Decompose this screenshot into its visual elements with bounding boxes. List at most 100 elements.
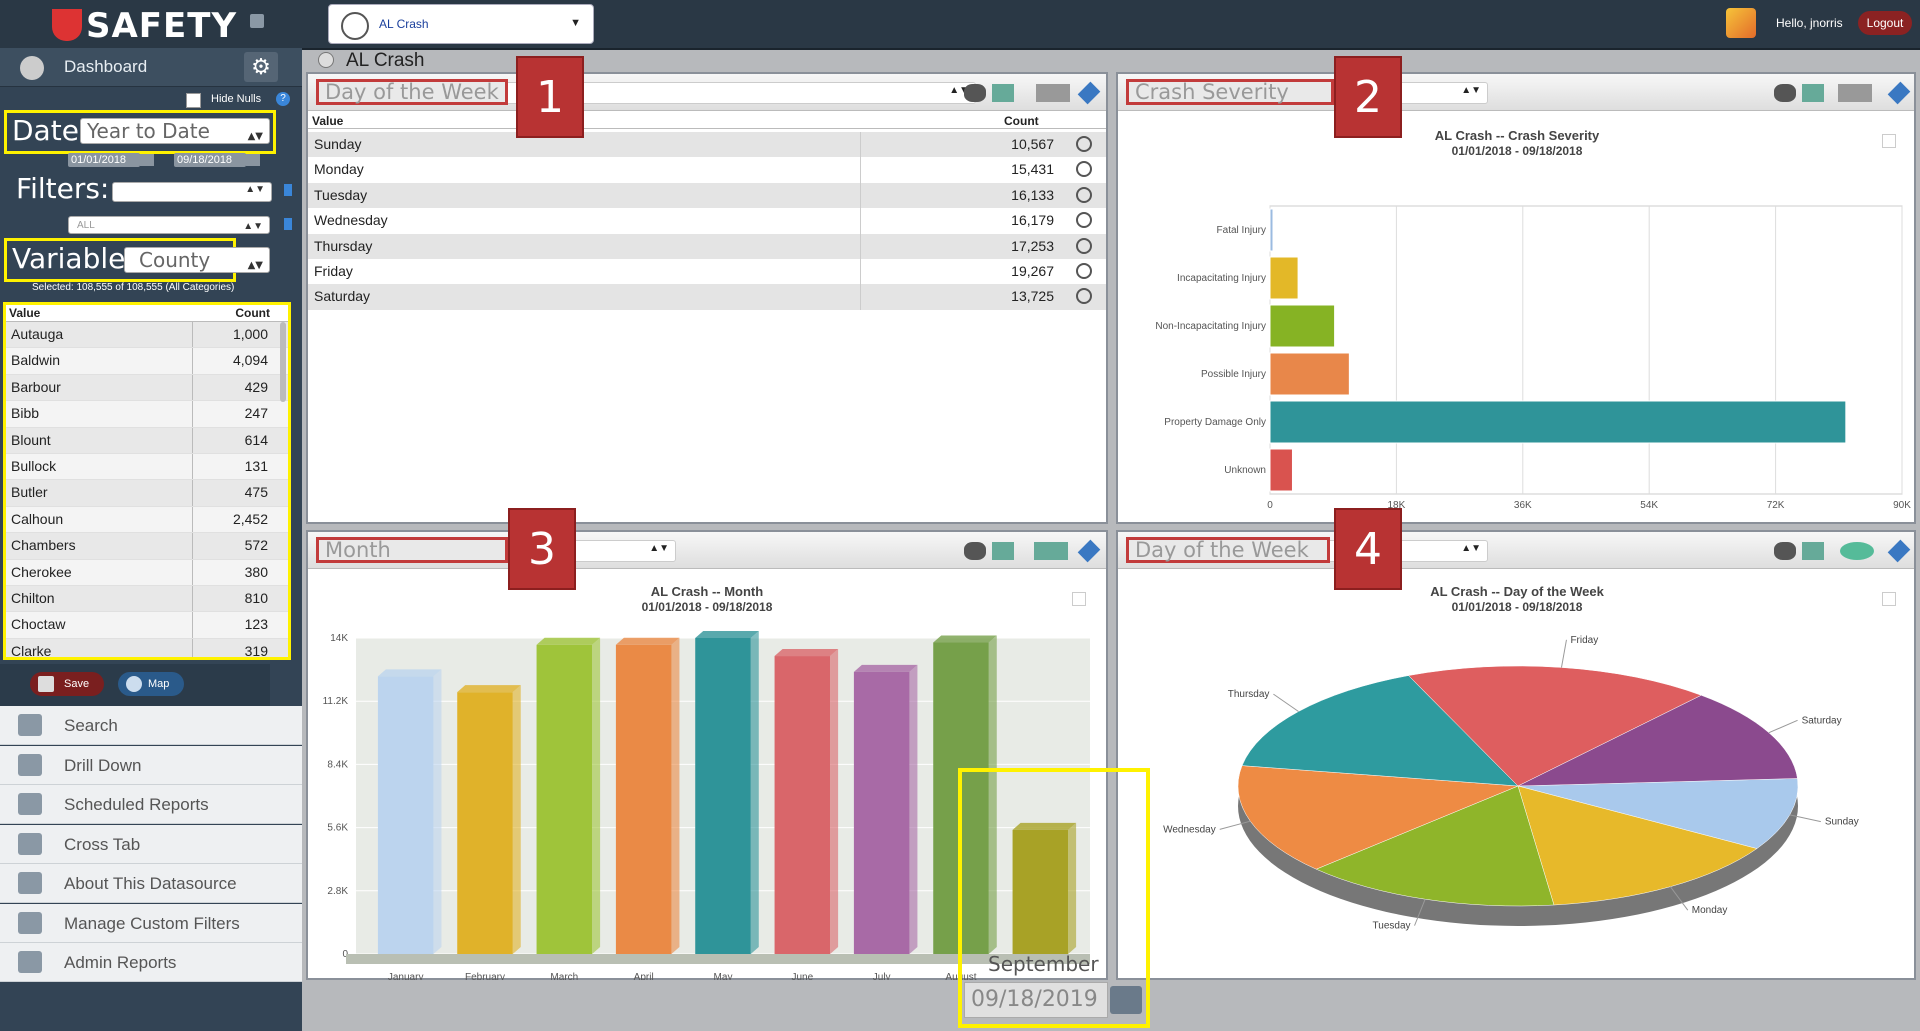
day-count: 13,725 [1011, 288, 1054, 305]
date-from-field[interactable]: 01/01/2018 [68, 153, 140, 167]
sidebar-menu-item[interactable]: About This Datasource [0, 864, 302, 903]
menu-icon[interactable] [1072, 592, 1086, 606]
table-row[interactable]: Thursday 17,253 [308, 233, 1106, 259]
back-icon[interactable] [318, 52, 334, 68]
slice-label: Thursday [1228, 689, 1270, 700]
info-icon[interactable] [284, 218, 292, 230]
sidebar-menu-item[interactable]: Drill Down [0, 745, 302, 785]
logout-button[interactable]: Logout [1858, 11, 1912, 35]
table-row[interactable]: Chilton 810 [6, 585, 288, 613]
magnifier-icon[interactable] [1076, 237, 1092, 254]
column-header-value[interactable]: Value [312, 114, 343, 128]
table-row[interactable]: Baldwin 4,094 [6, 348, 288, 375]
sidebar-menu-item[interactable]: Manage Custom Filters [0, 903, 302, 943]
collapse-icon[interactable] [250, 14, 264, 28]
table-row[interactable]: Wednesday 16,179 [308, 208, 1106, 234]
datasource-select[interactable]: AL Crash ▼ [328, 4, 594, 44]
county-count: 123 [244, 616, 268, 633]
county-name: Bullock [11, 457, 57, 474]
column-divider [192, 533, 193, 559]
x-tick-label: 0 [1267, 500, 1273, 511]
binoculars-icon[interactable] [1774, 542, 1796, 560]
table-row[interactable]: Blount 614 [6, 427, 288, 454]
variable-select[interactable]: County ▲▼ [124, 247, 270, 273]
county-name: Choctaw [11, 616, 66, 633]
chevron-down-icon: ▲▼ [245, 184, 265, 195]
excel-icon[interactable] [1802, 542, 1824, 560]
category-label: Unknown [1224, 465, 1266, 476]
excel-icon[interactable] [1802, 84, 1824, 102]
date-range-select[interactable]: Year to Date ▲▼ [80, 118, 270, 144]
column-header-count[interactable]: Count [235, 306, 270, 320]
menu-icon[interactable] [1882, 592, 1896, 606]
datasource-label: AL Crash [379, 17, 429, 31]
bar-chart-icon[interactable] [1034, 542, 1068, 560]
calendar-icon[interactable] [140, 154, 154, 166]
date-to-field[interactable]: 09/18/2018 [174, 153, 246, 167]
calendar-icon[interactable] [1110, 986, 1142, 1014]
table-row[interactable]: Butler 475 [6, 480, 288, 507]
magnifier-icon[interactable] [1076, 136, 1092, 152]
county-name: Chambers [11, 537, 76, 554]
binoculars-icon[interactable] [964, 84, 986, 102]
table-row[interactable]: Autauga 1,000 [6, 322, 288, 349]
table-view-icon[interactable] [1036, 84, 1070, 102]
info-icon[interactable] [284, 184, 292, 196]
y-tick-label: 14K [330, 633, 348, 644]
sidebar-menu-item[interactable]: Admin Reports [0, 943, 302, 982]
table-row[interactable]: Clarke 319 [6, 638, 288, 657]
magnifier-icon[interactable] [1076, 161, 1092, 178]
y-tick-label: 5.6K [327, 823, 348, 834]
county-count: 131 [244, 457, 268, 474]
table-row[interactable]: Monday 15,431 [308, 157, 1106, 183]
help-icon[interactable]: ? [276, 92, 290, 106]
bar-side [750, 631, 759, 954]
bar-side [909, 664, 918, 954]
table-row[interactable]: Choctaw 123 [6, 612, 288, 639]
pie-chart-icon[interactable] [1840, 542, 1874, 560]
column-header-count[interactable]: Count [1004, 114, 1039, 128]
slice-label: Sunday [1825, 817, 1859, 828]
bar-side [592, 637, 601, 954]
scrollbar[interactable] [280, 322, 286, 402]
binoculars-icon[interactable] [964, 542, 986, 560]
callout-date-field[interactable]: 09/18/2019 [964, 982, 1108, 1018]
table-row[interactable]: Saturday 13,725 [308, 284, 1106, 310]
table-row[interactable]: Cherokee 380 [6, 559, 288, 586]
menu-item-label: Admin Reports [64, 953, 177, 972]
table-row[interactable]: Tuesday 16,133 [308, 182, 1106, 209]
top-bar [0, 0, 1920, 50]
chevron-down-icon: ▲▼ [1461, 85, 1481, 96]
sidebar-menu-item[interactable]: Cross Tab [0, 824, 302, 864]
menu-icon[interactable] [1882, 134, 1896, 148]
table-header: Value Count [6, 305, 288, 322]
hide-nulls-checkbox[interactable] [186, 93, 201, 108]
column-header-value[interactable]: Value [9, 306, 40, 320]
table-row[interactable]: Bullock 131 [6, 453, 288, 481]
table-row[interactable]: Bibb 247 [6, 401, 288, 428]
map-label: Map [148, 678, 170, 690]
bar [1269, 256, 1299, 300]
table-row[interactable]: Friday 19,267 [308, 258, 1106, 285]
magnifier-icon[interactable] [1076, 288, 1092, 305]
excel-icon[interactable] [992, 542, 1014, 560]
excel-icon[interactable] [992, 84, 1014, 102]
filter-select[interactable]: ▲▼ [112, 182, 272, 202]
table-row[interactable]: Sunday 10,567 [308, 132, 1106, 158]
sidebar-menu-item[interactable]: Scheduled Reports [0, 785, 302, 824]
app-logo[interactable]: SAFETY [52, 6, 237, 46]
calendar-icon[interactable] [246, 154, 260, 166]
table-row[interactable]: Barbour 429 [6, 374, 288, 402]
table-row[interactable]: Chambers 572 [6, 533, 288, 560]
gear-icon[interactable]: ⚙ [244, 52, 278, 82]
table-row[interactable]: Calhoun 2,452 [6, 506, 288, 534]
filter-value-select[interactable]: ALL ▲▼ [68, 216, 270, 234]
dashboard-label[interactable]: Dashboard [64, 57, 147, 77]
avatar[interactable] [1726, 8, 1756, 38]
bar-chart-icon[interactable] [1838, 84, 1872, 102]
magnifier-icon[interactable] [1076, 262, 1092, 279]
magnifier-icon[interactable] [1076, 212, 1092, 229]
magnifier-icon[interactable] [1076, 186, 1092, 203]
binoculars-icon[interactable] [1774, 84, 1796, 102]
sidebar-menu-item[interactable]: Search [0, 706, 302, 745]
